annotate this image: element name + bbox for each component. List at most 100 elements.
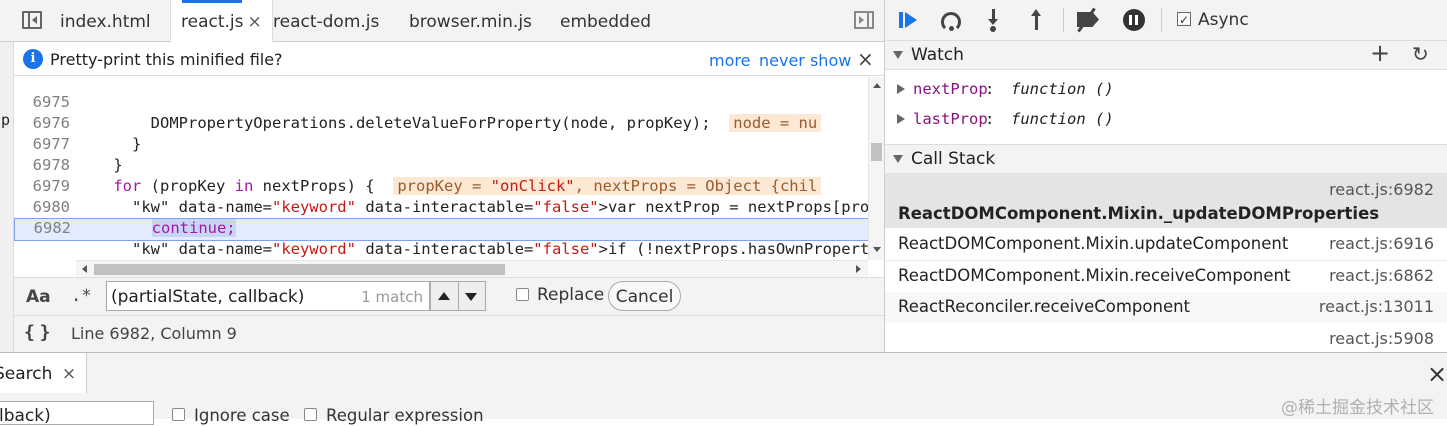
toggle-navigator-icon[interactable] [22,11,42,29]
code-text: continue; [77,218,236,239]
cancel-button[interactable]: Cancel [608,281,681,311]
call-frame[interactable]: ReactReconciler.receiveComponent react.j… [885,292,1447,323]
debugger-toolbar: ✓ Async [885,0,1447,40]
regular-expression-checkbox[interactable] [304,408,317,421]
code-line: 6983 } [14,239,884,260]
tab-label: browser.min.js [409,12,532,32]
section-title: Call Stack [911,149,996,169]
regex-button[interactable]: .* [71,286,91,306]
vertical-scrollbar[interactable] [868,77,884,260]
match-case-button[interactable]: Aa [26,287,51,307]
toggle-debugger-icon[interactable] [854,11,874,29]
next-match-icon[interactable] [465,293,477,301]
code-line: 6976 } [14,92,884,153]
call-frame[interactable]: ReactDOMComponent.Mixin.updateComponent … [885,228,1447,261]
close-drawer-icon[interactable]: × [1427,360,1447,388]
watch-item[interactable]: nextProp : function () [885,79,1447,107]
watch-item[interactable]: lastProp : function () [885,109,1447,137]
tab-index-html[interactable]: index.html [60,0,151,42]
code-line: 6980 "kw" data-name="keyword" data-inter… [14,176,884,237]
frame-location: react.js:6982 [1329,180,1434,199]
match-count: 1 match [361,288,423,306]
close-banner-icon[interactable]: × [857,47,874,71]
watch-expression: lastProp [913,110,988,128]
ignore-case-checkbox[interactable] [172,408,185,421]
call-frame[interactable]: react.js:5908 [885,323,1447,352]
execution-line: 6982 continue; [14,218,884,241]
never-show-link[interactable]: never show [759,51,851,70]
line-number: 6982 [33,219,71,237]
frame-location: react.js:5908 [1329,329,1434,348]
drawer-tab-label: Search [0,364,53,384]
code-line: 6981 "kw" data-name="keyword" data-inter… [14,197,884,258]
close-tab-icon[interactable]: × [248,12,262,32]
search-drawer: Search × × lback) Ignore case Regular ex… [0,352,1447,426]
tab-embedded[interactable]: embedded [560,0,651,42]
drawer-search-query: lback) [0,406,51,426]
pretty-print-button[interactable]: { } [24,322,50,343]
code-line: 6975 DOMPropertyOperations.deleteValueFo… [14,77,884,132]
resume-icon-triangle [905,12,917,28]
collapse-arrow-icon [893,155,903,163]
scroll-thumb[interactable] [871,143,882,161]
tab-label: embedded [560,12,652,32]
expand-arrow-icon[interactable] [897,114,905,124]
scroll-down-icon[interactable] [873,247,881,252]
frame-function: ReactDOMComponent.Mixin.updateComponent [898,234,1289,253]
frame-function: ReactDOMComponent.Mixin._updateDOMProper… [898,204,1380,223]
cursor-position: Line 6982, Column 9 [71,324,237,343]
tab-react-dom-js[interactable]: react-dom.js [273,0,379,42]
resume-icon[interactable] [899,12,903,28]
code-line: 6977 } [14,113,884,174]
drawer-search-input[interactable]: lback) [0,401,154,426]
clipped-gutter-text: np [0,111,11,129]
add-watch-icon[interactable]: + [1370,39,1390,67]
code-line: 6978 for (propKey in nextProps) { propKe… [14,134,884,195]
frame-function: ReactDOMComponent.Mixin.receiveComponent [898,266,1291,285]
watermark: @稀土掘金技术社区 [1281,398,1434,418]
tab-react-js[interactable]: react.js × [170,0,273,43]
async-checkbox[interactable]: ✓ [1177,12,1191,27]
frame-location: react.js:6862 [1329,266,1434,285]
drawer-tab-search[interactable]: Search × [0,353,88,393]
banner-message: Pretty-print this minified file? [50,50,283,69]
close-tab-icon[interactable]: × [62,364,76,384]
collapse-arrow-icon [893,51,903,59]
watch-section-header[interactable]: Watch + ↻ [885,39,1447,70]
pretty-print-banner: i Pretty-print this minified file? more … [14,42,884,76]
horizontal-scrollbar[interactable] [76,260,868,277]
replace-label: Replace [537,285,605,305]
call-stack-section-header[interactable]: Call Stack [885,144,1447,174]
frame-location: react.js:13011 [1318,297,1434,316]
editor-tab-bar: index.html react.js × react-dom.js browse… [0,0,884,43]
active-tab-indicator [182,0,242,3]
find-bar: Aa .* (partialState, callback) 1 match R… [14,277,884,315]
ignore-case-label: Ignore case [194,406,290,425]
left-editor-strip: np [0,42,14,352]
step-out-icon[interactable] [1035,16,1038,30]
scroll-left-icon[interactable] [82,265,87,273]
expand-arrow-icon[interactable] [897,84,905,94]
tab-browser-min-js[interactable]: browser.min.js [409,0,532,42]
debugger-sidebar: ✓ Async Watch + ↻ nextProp : function ()… [884,0,1447,352]
frame-location: react.js:6916 [1329,234,1434,253]
watch-value: function () [1011,110,1114,128]
code-line: 6979 "kw" data-name="keyword" data-inter… [14,155,884,216]
refresh-icon[interactable]: ↻ [1412,40,1429,68]
paused-statement: continue; [151,219,236,237]
replace-checkbox[interactable] [516,288,529,301]
scroll-thumb[interactable] [94,264,505,275]
more-link[interactable]: more [709,51,750,70]
pause-on-exceptions-icon[interactable] [1123,9,1145,31]
call-frame[interactable]: ReactDOMComponent.Mixin.receiveComponent… [885,260,1447,293]
search-input[interactable]: (partialState, callback) 1 match [106,281,430,311]
scroll-up-icon[interactable] [873,83,881,88]
tab-label: react.js [181,12,244,32]
code-editor[interactable]: 6975 DOMPropertyOperations.deleteValueFo… [14,77,884,260]
previous-match-icon[interactable] [438,292,450,300]
section-title: Watch [911,45,964,65]
async-label: Async [1198,10,1249,30]
tab-label: index.html [60,12,151,32]
scroll-right-icon[interactable] [856,265,861,273]
call-frame-selected[interactable]: react.js:6982 ReactDOMComponent.Mixin._u… [885,173,1447,228]
